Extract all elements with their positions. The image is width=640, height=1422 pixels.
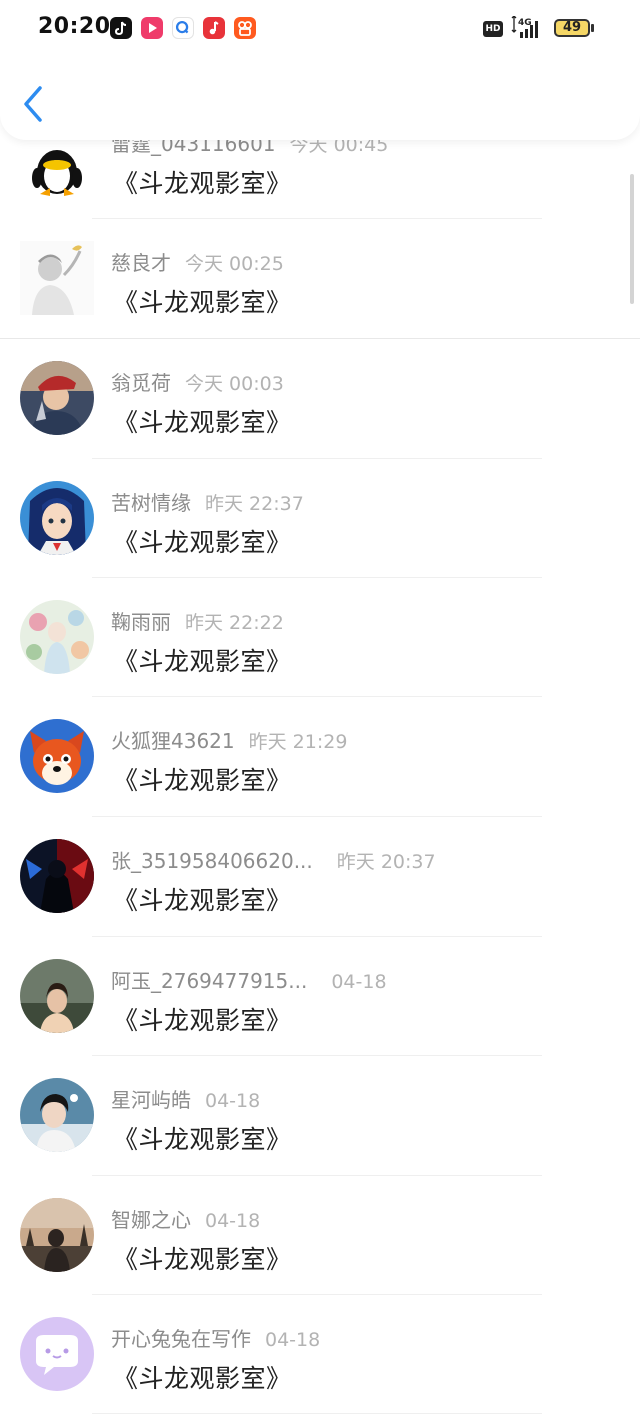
sender-line: 星河屿皓 04-18 (111, 1084, 260, 1114)
tiktok-icon (110, 17, 132, 39)
video-player-icon (141, 17, 163, 39)
scrollbar[interactable] (630, 174, 634, 304)
boy-avatar-image (20, 1078, 94, 1152)
message-text: 《斗龙观影室》 (113, 1245, 292, 1274)
anime-avatar-image (20, 481, 94, 555)
message-text: 《斗龙观影室》 (113, 528, 292, 557)
message-time: 昨天 21:29 (248, 731, 348, 753)
battery-level: 49 (562, 20, 582, 35)
list-item[interactable]: 鞠雨丽 昨天 22:22 《斗龙观影室》 (0, 578, 640, 698)
sender-name: 开心兔兔在写作 (111, 1327, 251, 1351)
sender-name: 智娜之心 (111, 1208, 191, 1232)
sender-line: 火狐狸43621 昨天 21:29 (111, 725, 347, 755)
message-text: 《斗龙观影室》 (113, 647, 292, 676)
message-text: 《斗龙观影室》 (113, 1364, 292, 1393)
music-icon (203, 17, 225, 39)
chevron-left-icon (24, 86, 42, 122)
message-text: 《斗龙观影室》 (113, 288, 292, 317)
sender-name: 阿玉_2769477915... (111, 969, 308, 993)
message-time: 04-18 (205, 1210, 261, 1232)
list-item[interactable]: 翁觅荷 今天 00:03 《斗龙观影室》 (0, 339, 640, 459)
avatar[interactable] (20, 1317, 94, 1391)
list-item[interactable]: 苦树情缘 昨天 22:37 《斗龙观影室》 (0, 459, 640, 579)
message-time: 昨天 22:37 (205, 493, 304, 515)
message-text: 《斗龙观影室》 (113, 886, 292, 915)
sender-name: 慈良才 (111, 251, 171, 275)
sender-line: 智娜之心 04-18 (111, 1204, 260, 1234)
back-button[interactable] (18, 82, 54, 126)
list-item[interactable]: 慈良才 今天 00:25 《斗龙观影室》 (0, 219, 640, 339)
status-bar: 20:20 HD 4G 49 (0, 0, 640, 56)
avatar[interactable] (20, 719, 94, 793)
message-time: 今天 00:25 (185, 253, 284, 275)
sender-line: 阿玉_2769477915... 04-18 (111, 965, 387, 995)
list-item[interactable]: 智娜之心 04-18 《斗龙观影室》 (0, 1176, 640, 1296)
sender-line: 慈良才 今天 00:25 (111, 247, 284, 277)
sunset-avatar-image (20, 1198, 94, 1272)
browser-icon (172, 17, 194, 39)
message-time: 昨天 22:22 (185, 612, 284, 634)
sender-line: 张_351958406620... 昨天 20:37 (111, 845, 436, 875)
message-time: 04-18 (331, 971, 387, 993)
chat-bubble-icon (20, 1317, 94, 1391)
message-text: 《斗龙观影室》 (113, 408, 292, 437)
sender-name: 星河屿皓 (111, 1088, 191, 1112)
list-item[interactable]: 星河屿皓 04-18 《斗龙观影室》 (0, 1056, 640, 1176)
redhat-avatar-image (20, 361, 94, 435)
flowers-avatar-image (20, 600, 94, 674)
avatar[interactable] (20, 600, 94, 674)
avatar[interactable] (20, 1198, 94, 1272)
battery-cap (591, 24, 594, 32)
message-time: 今天 00:03 (185, 373, 284, 395)
top-header: 20:20 HD 4G 49 (0, 0, 640, 140)
avatar[interactable] (20, 839, 94, 913)
divider (92, 1413, 542, 1414)
split-avatar-image (20, 839, 94, 913)
list-item[interactable]: 阿玉_2769477915... 04-18 《斗龙观影室》 (0, 937, 640, 1057)
sender-line: 翁觅荷 今天 00:03 (111, 367, 284, 397)
message-time: 04-18 (265, 1329, 321, 1351)
hd-badge: HD (483, 21, 503, 37)
avatar[interactable] (20, 481, 94, 555)
avatar[interactable] (20, 361, 94, 435)
fox-avatar-image (20, 719, 94, 793)
sender-line: 苦树情缘 昨天 22:37 (111, 487, 304, 517)
sender-line: 开心兔兔在写作 04-18 (111, 1323, 320, 1353)
message-time: 昨天 20:37 (336, 851, 436, 873)
status-time: 20:20 (38, 14, 111, 39)
kuaishou-icon (234, 17, 256, 39)
list-item[interactable]: 张_351958406620... 昨天 20:37 《斗龙观影室》 (0, 817, 640, 937)
signal-icon: 4G (510, 15, 546, 44)
avatar[interactable] (20, 959, 94, 1033)
battery-icon: 49 (554, 19, 590, 37)
avatar[interactable] (20, 1078, 94, 1152)
message-time: 04-18 (205, 1090, 261, 1112)
sender-name: 苦树情缘 (111, 491, 191, 515)
list-item[interactable]: 开心兔兔在写作 04-18 《斗龙观影室》 (0, 1295, 640, 1415)
sender-name: 翁觅荷 (111, 371, 171, 395)
network-type: 4G (518, 18, 532, 28)
message-text: 《斗龙观影室》 (113, 169, 292, 198)
sender-name: 鞠雨丽 (111, 610, 171, 634)
sketch-avatar-image (20, 241, 94, 315)
message-text: 《斗龙观影室》 (113, 1006, 292, 1035)
sender-name: 张_351958406620... (111, 849, 313, 873)
message-text: 《斗龙观影室》 (113, 766, 292, 795)
message-text: 《斗龙观影室》 (113, 1125, 292, 1154)
woman-avatar-image (20, 959, 94, 1033)
avatar[interactable] (20, 241, 94, 315)
sender-name: 火狐狸43621 (111, 729, 235, 753)
list-item[interactable]: 火狐狸43621 昨天 21:29 《斗龙观影室》 (0, 697, 640, 817)
sender-line: 鞠雨丽 昨天 22:22 (111, 606, 284, 636)
